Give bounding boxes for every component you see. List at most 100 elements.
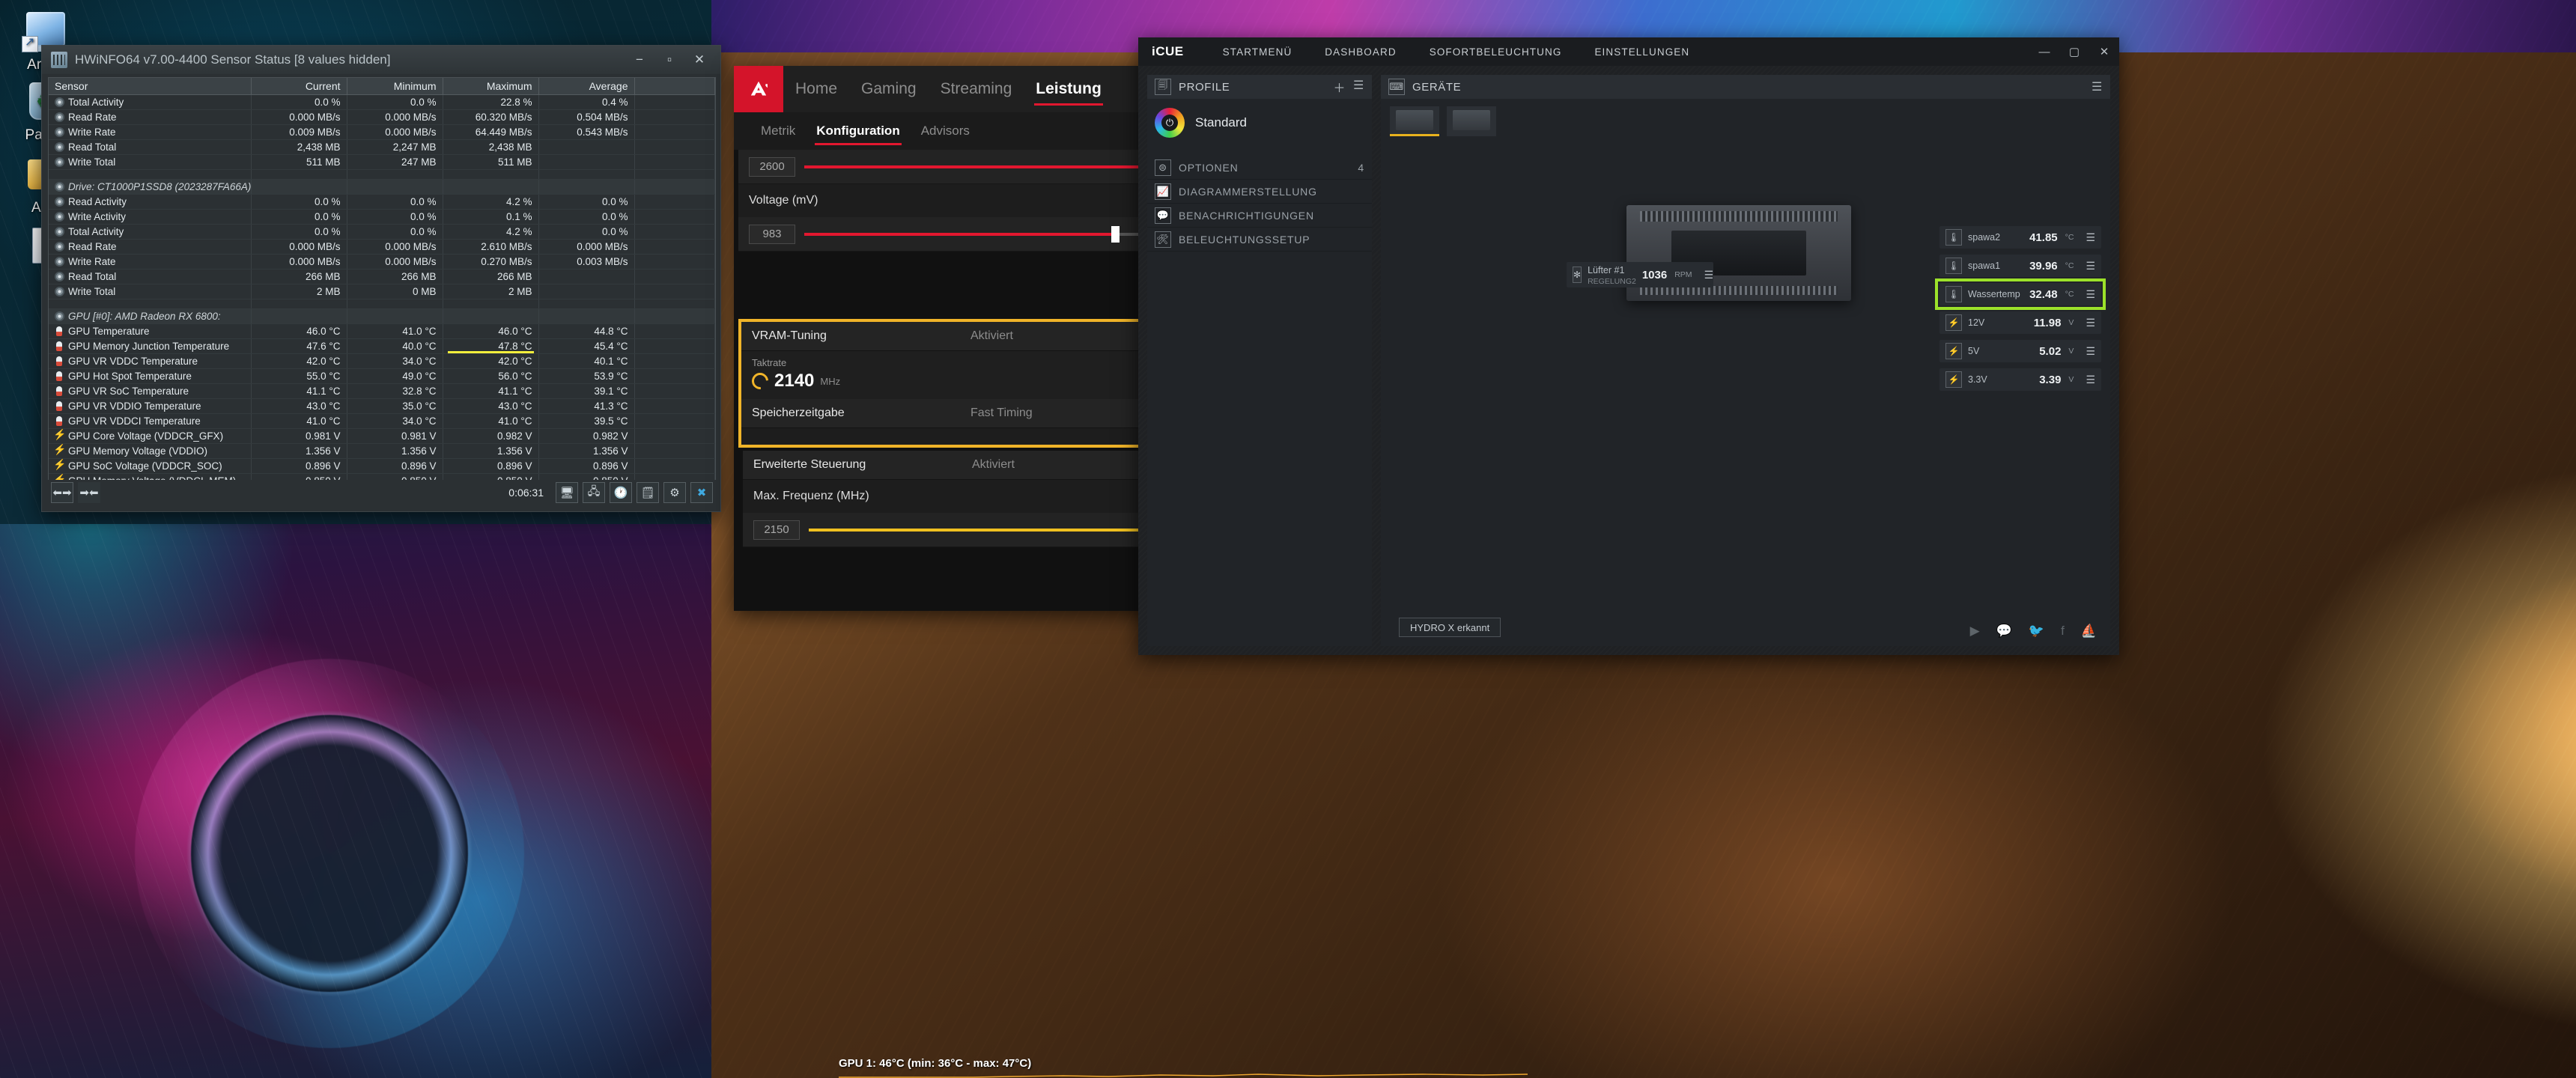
amd-voltage-track[interactable] <box>804 225 1138 243</box>
table-row[interactable]: GPU VR VDDIO Temperature 43.0 °C 35.0 °C 43… <box>49 398 715 414</box>
hamburger-icon[interactable]: ☰ <box>1704 269 1714 281</box>
sidebar-item-optionen[interactable]: ⊜ OPTIONEN 4 <box>1147 156 1372 180</box>
table-row[interactable]: Write Activity 0.0 % 0.0 % 0.1 % 0.0 % <box>49 209 715 225</box>
corsair-icon[interactable]: ⛵ <box>2081 624 2097 639</box>
amd-nav-gaming[interactable]: Gaming <box>849 66 929 112</box>
maximize-icon[interactable]: ▫ <box>654 46 684 74</box>
fan-widget[interactable]: ✻ Lüfter #1 REGELUNG2 1036 RPM ☰ <box>1567 262 1713 287</box>
sensor-widget-12v[interactable]: ⚡ 12V 11.98 V ☰ <box>1939 311 2101 334</box>
table-row[interactable]: Read Rate 0.000 MB/s 0.000 MB/s 60.320 MB/s… <box>49 109 715 125</box>
table-row[interactable]: GPU Memory Junction Temperature 47.6 °C 40… <box>49 338 715 354</box>
advanced-row[interactable]: Erweiterte Steuerung Aktiviert <box>743 451 1153 480</box>
close-icon[interactable]: ✕ <box>2089 37 2119 66</box>
vram-tuning-panel[interactable]: VRAM-Tuning Aktiviert Taktrate 2140 MHz … <box>738 319 1149 448</box>
table-row[interactable]: Write Total 2 MB 0 MB 2 MB <box>49 284 715 299</box>
icue-window[interactable]: iCUE STARTMENÜ DASHBOARD SOFORTBELEUCHTU… <box>1138 37 2119 655</box>
hwinfo-toolbar[interactable]: ⬅➡ ➡⬅ 0:06:31 🖥 🖧 🕐 🗒 ⚙ ✖ <box>48 480 716 505</box>
table-row[interactable]: GPU Core Voltage (VDDCR_GFX)0.981 V0.981… <box>49 428 715 444</box>
icue-nav-sofortbeleuchtung[interactable]: SOFORTBELEUCHTUNG <box>1413 46 1579 58</box>
amd-voltage-knob[interactable] <box>1111 225 1120 243</box>
vram-title-row[interactable]: VRAM-Tuning Aktiviert <box>741 322 1146 351</box>
collapse-icon[interactable]: ➡⬅ <box>78 482 100 503</box>
minimize-icon[interactable]: — <box>2029 37 2059 66</box>
col-current[interactable]: Current <box>251 78 347 95</box>
icue-window-controls[interactable]: — ▢ ✕ <box>2029 37 2119 66</box>
maxfreq-value[interactable]: 2150 <box>753 520 800 540</box>
close-x-icon[interactable]: ✖ <box>690 482 713 503</box>
facebook-icon[interactable]: f <box>2061 624 2065 639</box>
prev-next-icon[interactable]: ⬅➡ <box>51 482 73 503</box>
monitor-settings-icon[interactable]: 🖥 <box>556 482 578 503</box>
table-row[interactable]: Read Total 266 MB 266 MB 266 MB <box>49 269 715 284</box>
plus-icon[interactable]: ＋ <box>1333 78 1346 96</box>
amd-voltage-slider-row[interactable]: 983 <box>738 217 1149 252</box>
table-row[interactable]: Write Total 511 MB 247 MB 511 MB <box>49 154 715 170</box>
hamburger-icon[interactable]: ☰ <box>2086 374 2095 386</box>
amd-radeon-window[interactable]: Home Gaming Streaming Leistung Metrik Ko… <box>734 66 1153 611</box>
hwinfo-window-controls[interactable]: − ▫ ✕ <box>625 46 714 74</box>
table-group-row[interactable]: Drive: CT1000P1SSD8 (2023287FA66A) <box>49 179 715 195</box>
hamburger-icon[interactable]: ☰ <box>2092 79 2103 94</box>
table-row[interactable]: GPU VR VDDCI Temperature 41.0 °C 34.0 °C 41… <box>49 413 715 429</box>
hwinfo-sensor-table-wrapper[interactable]: Sensor Current Minimum Maximum Average T… <box>48 77 716 481</box>
hamburger-icon[interactable]: ☰ <box>2086 231 2095 244</box>
network-icon[interactable]: 🖧 <box>583 482 605 503</box>
col-average[interactable]: Average <box>538 78 635 95</box>
amd-voltage-value[interactable]: 983 <box>749 224 795 244</box>
icue-titlebar[interactable]: iCUE STARTMENÜ DASHBOARD SOFORTBELEUCHTU… <box>1138 37 2119 66</box>
table-row[interactable]: GPU VR SoC Temperature 41.1 °C 32.8 °C 41.1… <box>49 383 715 399</box>
amd-top-slider-value[interactable]: 2600 <box>749 156 795 177</box>
sensor-widget-5v[interactable]: ⚡ 5V 5.02 V ☰ <box>1939 340 2101 362</box>
hwinfo-titlebar[interactable]: HWiNFO64 v7.00-4400 Sensor Status [8 val… <box>42 46 720 74</box>
table-row[interactable]: Read Total 2,438 MB 2,247 MB 2,438 MB <box>49 139 715 155</box>
hwinfo-window[interactable]: HWiNFO64 v7.00-4400 Sensor Status [8 val… <box>41 45 721 512</box>
social-icons[interactable]: ▶ 💬 🐦 f ⛵ <box>1970 624 2097 639</box>
col-sensor[interactable]: Sensor <box>49 78 252 95</box>
amd-nav-streaming[interactable]: Streaming <box>929 66 1024 112</box>
amd-subnav-konfiguration[interactable]: Konfiguration <box>806 112 910 150</box>
hamburger-icon[interactable]: ☰ <box>2086 317 2095 329</box>
table-row[interactable]: Total Activity 0.0 % 0.0 % 4.2 % 0.0 % <box>49 224 715 240</box>
twitter-icon[interactable]: 🐦 <box>2029 624 2044 639</box>
icue-main-nav[interactable]: STARTMENÜ DASHBOARD SOFORTBELEUCHTUNG EI… <box>1206 46 1707 58</box>
amd-nav-home[interactable]: Home <box>783 66 849 112</box>
vram-timing-row[interactable]: Speicherzeitgabe Fast Timing <box>741 399 1146 428</box>
clock-icon[interactable]: 🕐 <box>610 482 632 503</box>
sensor-widget-3.3v[interactable]: ⚡ 3.3V 3.39 V ☰ <box>1939 368 2101 391</box>
table-row[interactable]: GPU Memory Voltage (VDDIO)1.356 V1.356 V… <box>49 443 715 459</box>
icue-nav-startmenu[interactable]: STARTMENÜ <box>1206 46 1309 58</box>
close-icon[interactable]: ✕ <box>684 46 714 74</box>
table-row[interactable]: GPU VR VDDC Temperature 42.0 °C 34.0 °C 42.… <box>49 353 715 369</box>
table-row[interactable]: GPU SoC Voltage (VDDCR_SOC)0.896 V0.896 … <box>49 458 715 474</box>
vram-timing-value[interactable]: Fast Timing <box>960 399 1146 427</box>
maxfreq-slider-row[interactable]: 2150 <box>743 513 1153 547</box>
report-icon[interactable]: 🗒 <box>637 482 659 503</box>
sensor-widget-spawa2[interactable]: 🌡 spawa2 41.85 °C ☰ <box>1939 226 2101 249</box>
gear-icon[interactable]: ⚙ <box>663 482 686 503</box>
table-row[interactable]: Write Rate 0.000 MB/s 0.000 MB/s 0.270 MB/s… <box>49 254 715 270</box>
hamburger-icon[interactable]: ☰ <box>2086 260 2095 272</box>
minimize-icon[interactable]: − <box>625 46 654 74</box>
icue-nav-einstellungen[interactable]: EINSTELLUNGEN <box>1578 46 1706 58</box>
amd-nav-leistung[interactable]: Leistung <box>1024 66 1114 112</box>
col-minimum[interactable]: Minimum <box>347 78 443 95</box>
sidebar-item-benachrichtigungen[interactable]: 💬 BENACHRICHTIGUNGEN <box>1147 204 1372 228</box>
table-row[interactable]: Read Rate 0.000 MB/s 0.000 MB/s 2.610 MB/s 0… <box>49 239 715 255</box>
vram-state[interactable]: Aktiviert <box>960 322 1146 350</box>
col-maximum[interactable]: Maximum <box>443 78 539 95</box>
table-row[interactable]: Read Activity 0.0 % 0.0 % 4.2 % 0.0 % <box>49 194 715 210</box>
table-row[interactable]: GPU Temperature 46.0 °C 41.0 °C 46.0 °C 44.8… <box>49 323 715 339</box>
sidebar-item-diagrammerstellung[interactable]: 📈 DIAGRAMMERSTELLUNG <box>1147 180 1372 204</box>
maxfreq-track[interactable] <box>809 528 1143 532</box>
table-row[interactable]: GPU Hot Spot Temperature 55.0 °C 49.0 °C 56… <box>49 368 715 384</box>
sidebar-item-beleuchtungssetup[interactable]: 🛠 BELEUCHTUNGSSETUP <box>1147 228 1372 252</box>
sensor-widget-spawa1[interactable]: 🌡 spawa1 39.96 °C ☰ <box>1939 255 2101 277</box>
sensor-widget-wassertemp[interactable]: 🌡 Wassertemp 32.48 °C ☰ <box>1935 278 2106 310</box>
amd-navbar[interactable]: Home Gaming Streaming Leistung <box>734 66 1153 112</box>
hamburger-icon[interactable]: ☰ <box>1353 78 1364 96</box>
amd-subnav-metrik[interactable]: Metrik <box>750 112 806 150</box>
table-row[interactable]: Total Activity 0.0 % 0.0 % 22.8 % 0.4 % <box>49 94 715 110</box>
forum-icon[interactable]: 💬 <box>1996 624 2012 639</box>
advanced-value[interactable]: Aktiviert <box>962 451 1153 479</box>
profile-item-standard[interactable]: Standard <box>1147 99 1372 147</box>
